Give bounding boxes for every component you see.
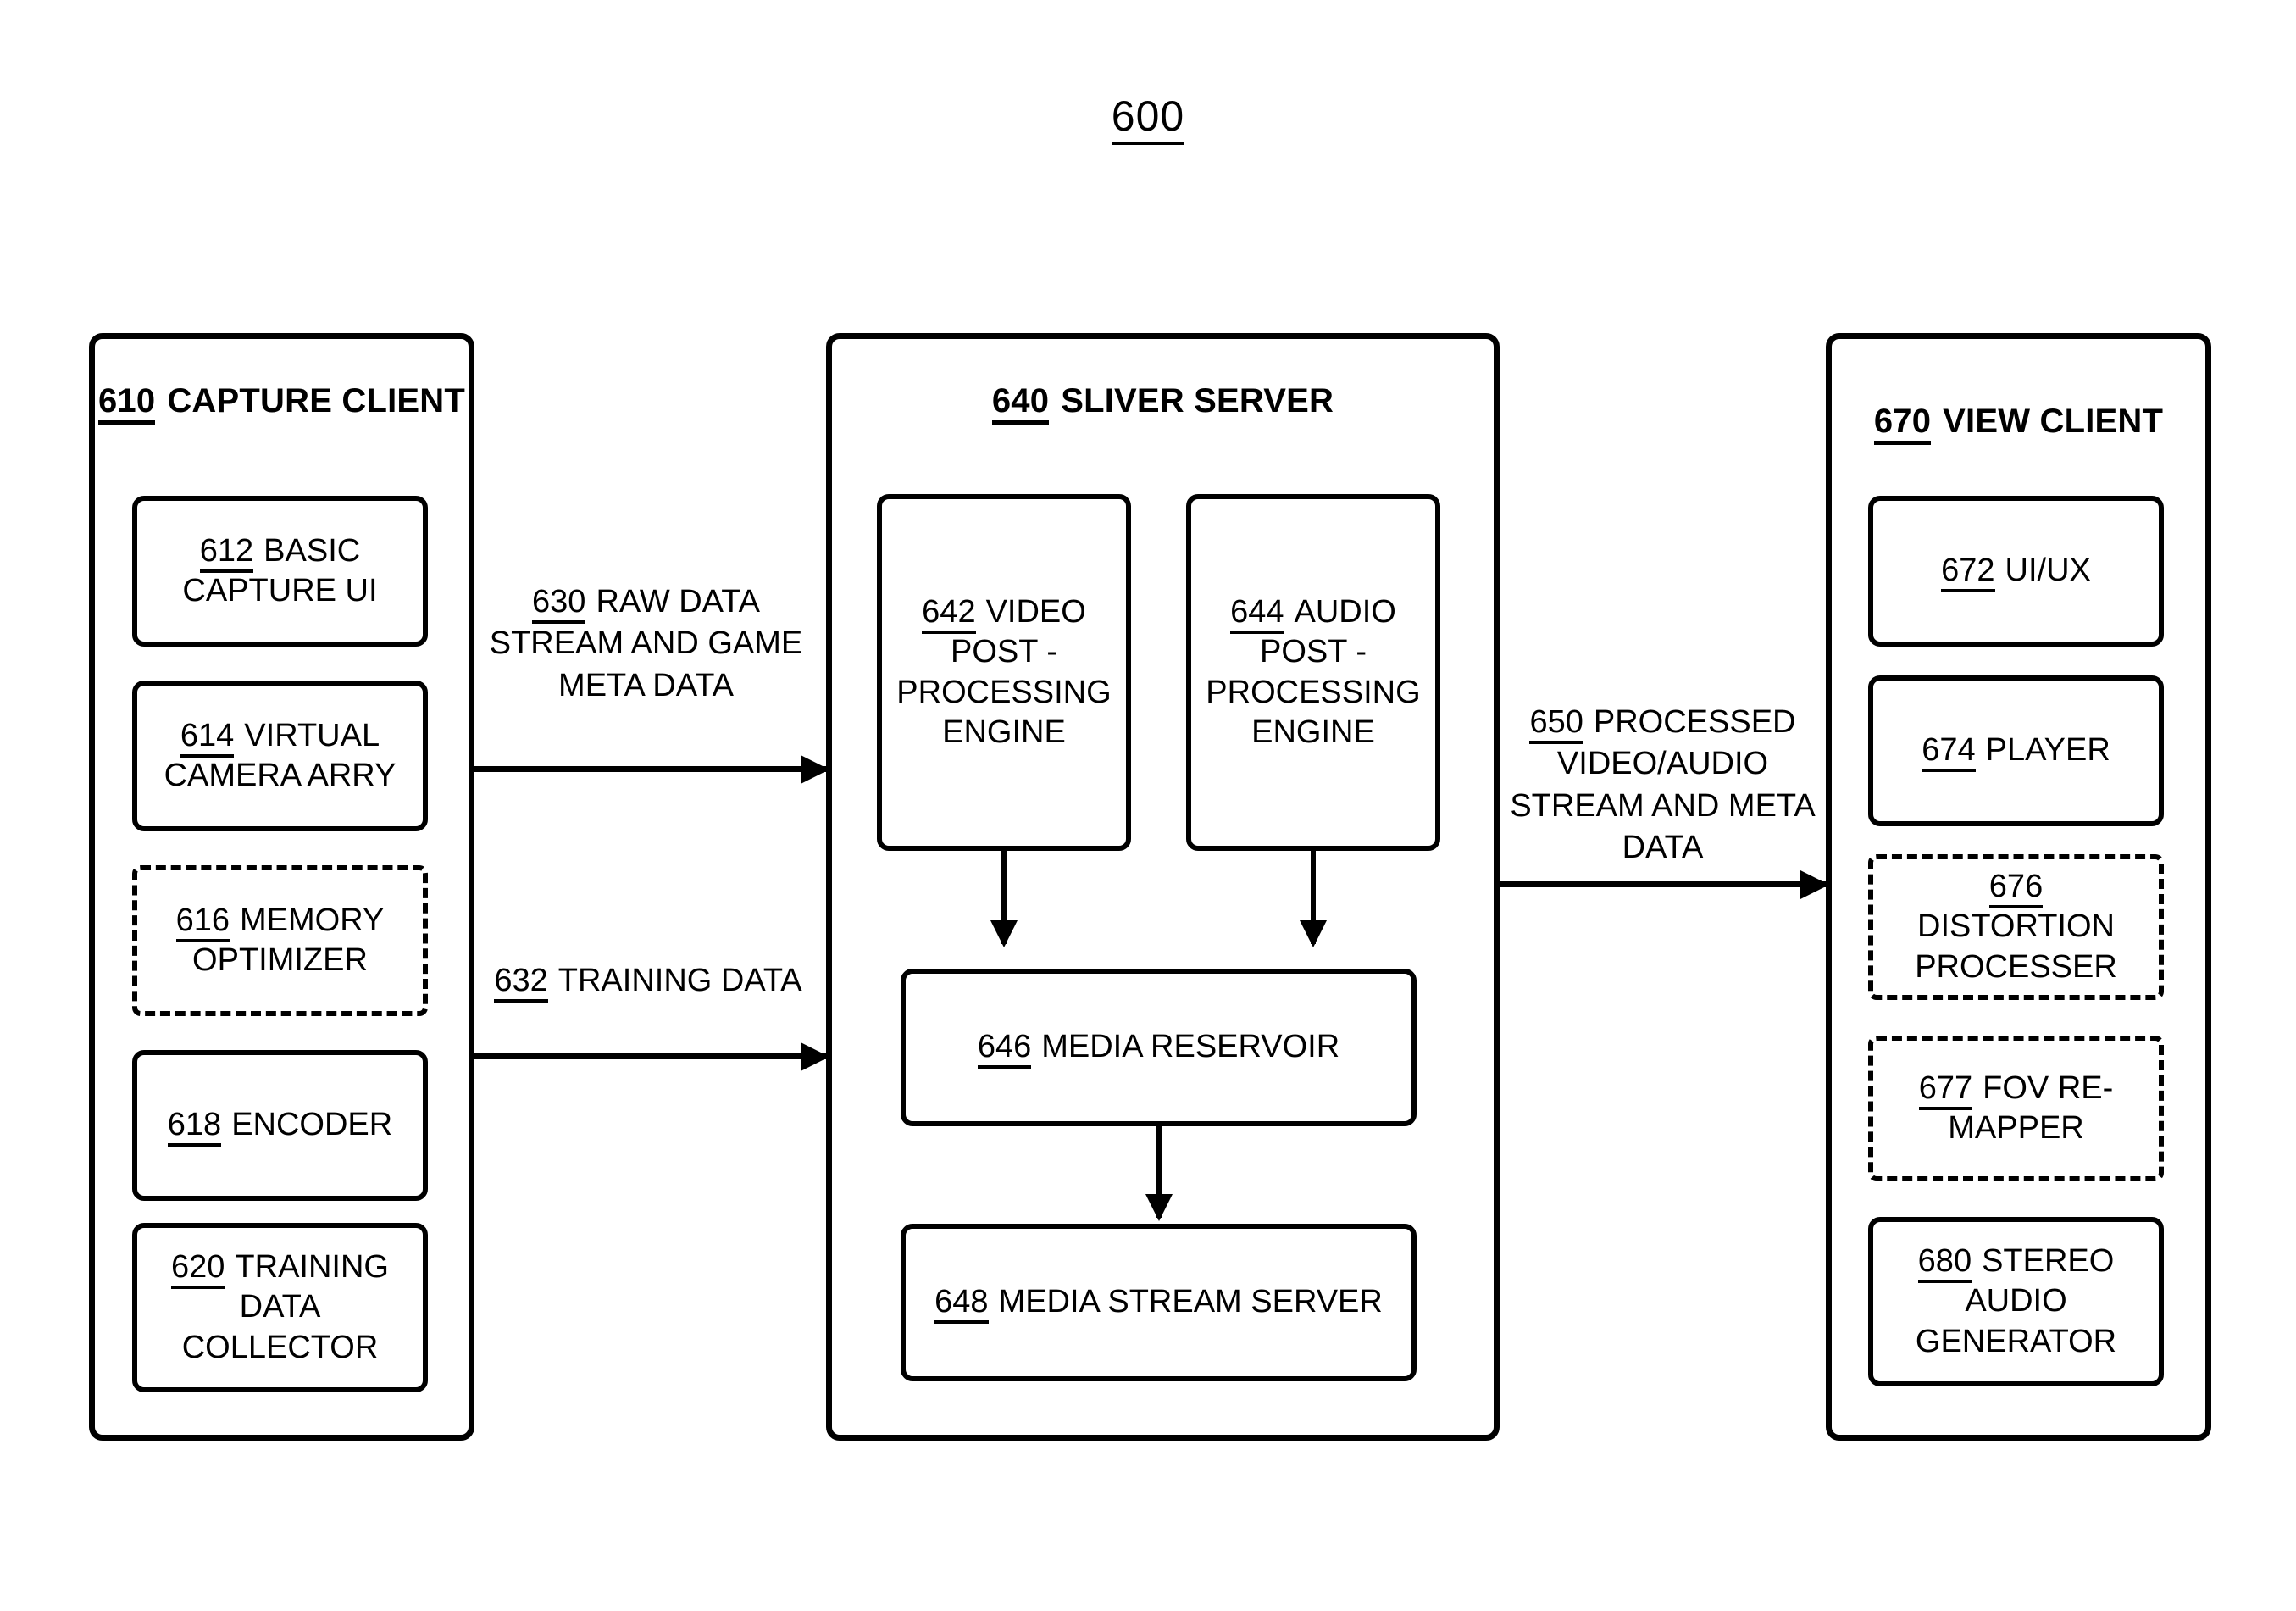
module-media-reservoir[interactable]: 646 MEDIA RESERVOIR [901,969,1417,1126]
module-ref-616: 616 [175,902,230,942]
module-ui-ux[interactable]: 672 UI/UX [1868,496,2164,647]
sliver-server-title-text: SLIVER SERVER [1061,382,1334,419]
flow-ref-650: 650 [1529,704,1583,744]
flow-text-632: TRAINING DATA [557,963,802,998]
module-memory-optimizer[interactable]: 616 MEMORY OPTIMIZER [132,865,428,1016]
module-label-677: FOV RE-MAPPER [1948,1069,2114,1147]
module-audio-post-processing-engine[interactable]: 644 AUDIO POST - PROCESSING ENGINE [1186,494,1440,851]
flow-label-650: 650 PROCESSED VIDEO/AUDIO STREAM AND META… [1504,702,1822,869]
capture-client-title: 610 CAPTURE CLIENT [95,380,469,425]
module-ref-612: 612 [199,532,254,573]
module-video-post-processing-engine[interactable]: 642 VIDEO POST - PROCESSING ENGINE [877,494,1131,851]
flow-label-630: 630 RAW DATA STREAM AND GAME META DATA [470,581,822,707]
sliver-server-title: 640 SLIVER SERVER [832,380,1494,425]
view-client-title-text: VIEW CLIENT [1943,403,2164,440]
arrow-capture-to-server [474,766,826,772]
figure-canvas: 600 610 CAPTURE CLIENT 612 BASIC CAPTURE U… [0,0,2296,1611]
module-ref-642: 642 [922,593,976,634]
module-virtual-camera-array[interactable]: 614 VIRTUAL CAMERA ARRY [132,681,428,831]
module-label-618: ENCODER [231,1107,393,1143]
arrow-training-data-to-server [474,1053,826,1059]
arrow-video-to-reservoir [1001,851,1007,944]
module-label-674: PLAYER [1985,732,2110,769]
module-ref-648: 648 [934,1284,989,1325]
arrow-reservoir-to-stream-server [1156,1126,1162,1218]
view-client-title: 670 VIEW CLIENT [1832,400,2205,445]
module-encoder[interactable]: 618 ENCODER [132,1050,428,1201]
module-ref-620: 620 [171,1248,225,1289]
module-ref-618: 618 [167,1107,222,1147]
module-label-672: UI/UX [2005,553,2091,589]
module-ref-672: 672 [1941,553,1995,593]
module-ref-644: 644 [1230,593,1284,634]
sliver-server-ref: 640 [991,382,1050,425]
module-distortion-processer[interactable]: 676 DISTORTION PROCESSER [1868,854,2164,1000]
capture-client-title-text: CAPTURE CLIENT [167,382,466,419]
capture-client-ref: 610 [97,382,156,425]
module-ref-676: 676 [1988,868,2044,908]
module-stereo-audio-generator[interactable]: 680 STEREO AUDIO GENERATOR [1868,1217,2164,1386]
module-ref-680: 680 [1917,1242,1972,1283]
module-ref-614: 614 [180,717,235,758]
arrow-audio-to-reservoir [1311,851,1316,944]
module-ref-674: 674 [1922,732,1976,773]
arrow-server-to-view-client [1500,881,1826,887]
module-label-646: MEDIA RESERVOIR [1041,1029,1340,1065]
module-basic-capture-ui[interactable]: 612 BASIC CAPTURE UI [132,496,428,647]
figure-number-text: 600 [1111,92,1185,145]
module-ref-677: 677 [1918,1069,1973,1110]
module-media-stream-server[interactable]: 648 MEDIA STREAM SERVER [901,1224,1417,1381]
figure-number: 600 [0,92,2296,145]
module-label-648: MEDIA STREAM SERVER [998,1284,1383,1320]
module-label-676: DISTORTION PROCESSER [1915,908,2117,985]
view-client-ref: 670 [1873,403,1932,445]
module-fov-re-mapper[interactable]: 677 FOV RE-MAPPER [1868,1036,2164,1181]
flow-label-632: 632 TRAINING DATA [483,960,813,1003]
flow-ref-632: 632 [494,963,548,1003]
module-ref-646: 646 [977,1029,1032,1069]
module-player[interactable]: 674 PLAYER [1868,675,2164,826]
module-training-data-collector[interactable]: 620 TRAINING DATA COLLECTOR [132,1223,428,1392]
flow-ref-630: 630 [532,584,586,624]
